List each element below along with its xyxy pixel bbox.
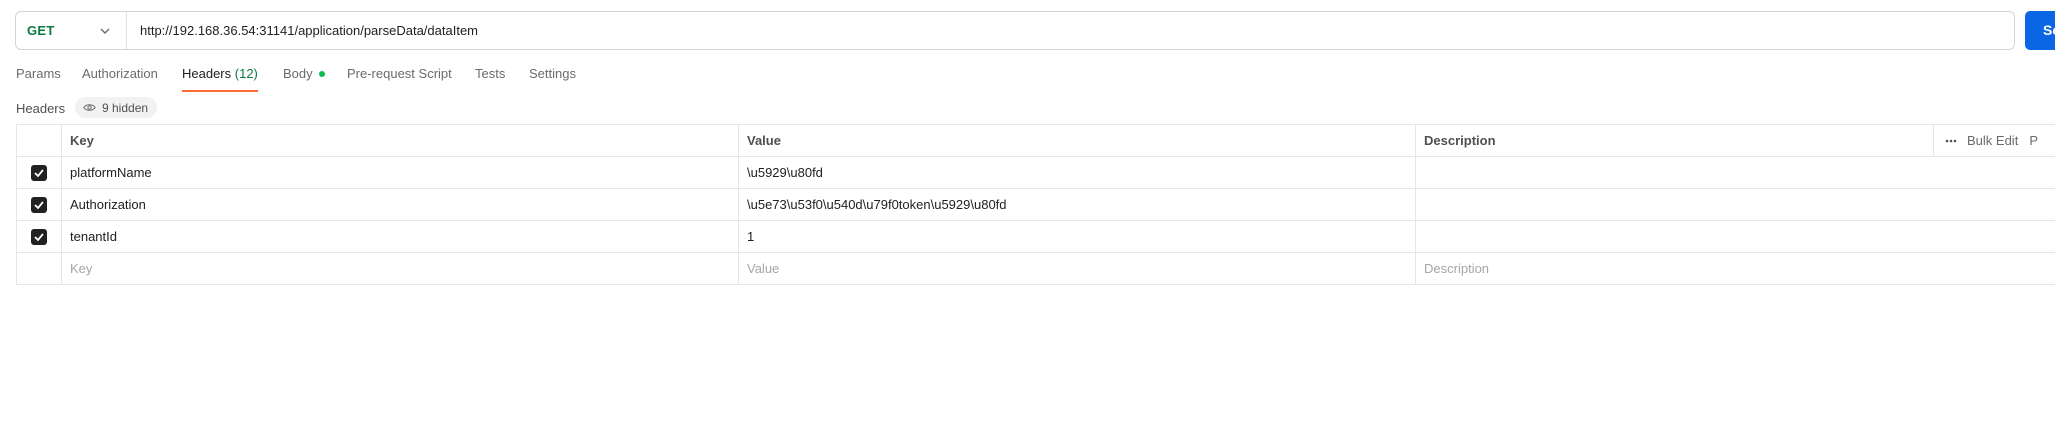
tab-label: Authorization	[82, 66, 158, 81]
more-horizontal-icon[interactable]	[1944, 134, 1958, 148]
column-header-description: Description Bulk Edit P	[1415, 124, 2055, 157]
tab-label: Tests	[475, 66, 506, 81]
tab-tests[interactable]: Tests	[475, 66, 505, 92]
presets-button[interactable]: P	[2029, 133, 2038, 148]
checkbox-cell	[16, 188, 62, 221]
row-checkbox[interactable]	[31, 228, 47, 245]
check-icon	[34, 200, 44, 209]
checkbox-cell	[16, 156, 62, 189]
tab-count: (12)	[234, 66, 258, 81]
header-description-cell[interactable]	[1415, 220, 2055, 253]
header-value-cell[interactable]: \u5e73\u53f0\u540d\u79f0token\u5929\u80f…	[738, 188, 1416, 221]
column-header-key: Key	[61, 124, 739, 157]
select-all-cell	[16, 124, 62, 157]
active-tab-underline	[182, 90, 258, 92]
column-divider	[1933, 125, 1934, 157]
tab-pre-request-script[interactable]: Pre-request Script	[347, 66, 452, 92]
tab-label: Headers	[182, 66, 232, 81]
body-indicator-dot	[318, 70, 325, 77]
new-key-input[interactable]: Key	[61, 252, 739, 285]
chevron-down-icon	[100, 28, 110, 34]
url-input[interactable]: http://192.168.36.54:31141/application/p…	[140, 23, 478, 38]
check-icon	[34, 168, 44, 177]
table-row: tenantId 1	[16, 220, 2055, 253]
send-button[interactable]: Se	[2025, 11, 2055, 50]
description-header-label: Description	[1424, 133, 1496, 148]
hidden-count-label: 9 hidden	[102, 100, 149, 115]
table-row: Authorization \u5e73\u53f0\u540d\u79f0to…	[16, 188, 2055, 221]
eye-icon	[83, 104, 96, 111]
method-select[interactable]: GET	[16, 12, 127, 49]
tab-label: Settings	[529, 66, 576, 81]
header-description-cell[interactable]	[1415, 188, 2055, 221]
method-label: GET	[27, 23, 55, 38]
tab-label: Body	[283, 66, 313, 81]
table-actions: Bulk Edit P	[1944, 133, 2038, 148]
tab-headers[interactable]: Headers (12)	[182, 66, 258, 92]
bulk-edit-button[interactable]: Bulk Edit	[1967, 133, 2018, 148]
table-row: platformName \u5929\u80fd	[16, 156, 2055, 189]
new-value-input[interactable]: Value	[738, 252, 1416, 285]
checkbox-cell	[16, 220, 62, 253]
tab-label: Params	[16, 66, 61, 81]
table-header-row: Key Value Description Bulk Edit P	[16, 124, 2055, 157]
tab-params[interactable]: Params	[16, 66, 61, 92]
header-value-cell[interactable]: \u5929\u80fd	[738, 156, 1416, 189]
request-bar: GET http://192.168.36.54:31141/applicati…	[15, 11, 2015, 50]
check-icon	[34, 232, 44, 241]
tab-label: Pre-request Script	[347, 66, 452, 81]
new-header-row: Key Value Description	[16, 252, 2055, 285]
headers-table: Key Value Description Bulk Edit P platfo…	[16, 124, 2055, 285]
headers-section-title: Headers	[16, 101, 66, 116]
header-description-cell[interactable]	[1415, 156, 2055, 189]
column-header-value: Value	[738, 124, 1416, 157]
empty-checkbox-cell	[16, 252, 62, 285]
send-label: Se	[2043, 22, 2055, 38]
header-key-cell[interactable]: tenantId	[61, 220, 739, 253]
hidden-headers-toggle[interactable]: 9 hidden	[75, 97, 158, 118]
header-key-cell[interactable]: Authorization	[61, 188, 739, 221]
row-checkbox[interactable]	[31, 196, 47, 213]
header-key-cell[interactable]: platformName	[61, 156, 739, 189]
row-checkbox[interactable]	[31, 164, 47, 181]
header-value-cell[interactable]: 1	[738, 220, 1416, 253]
tab-settings[interactable]: Settings	[529, 66, 576, 92]
new-description-input[interactable]: Description	[1415, 252, 2055, 285]
tab-body[interactable]: Body	[283, 66, 325, 92]
tab-authorization[interactable]: Authorization	[82, 66, 158, 92]
